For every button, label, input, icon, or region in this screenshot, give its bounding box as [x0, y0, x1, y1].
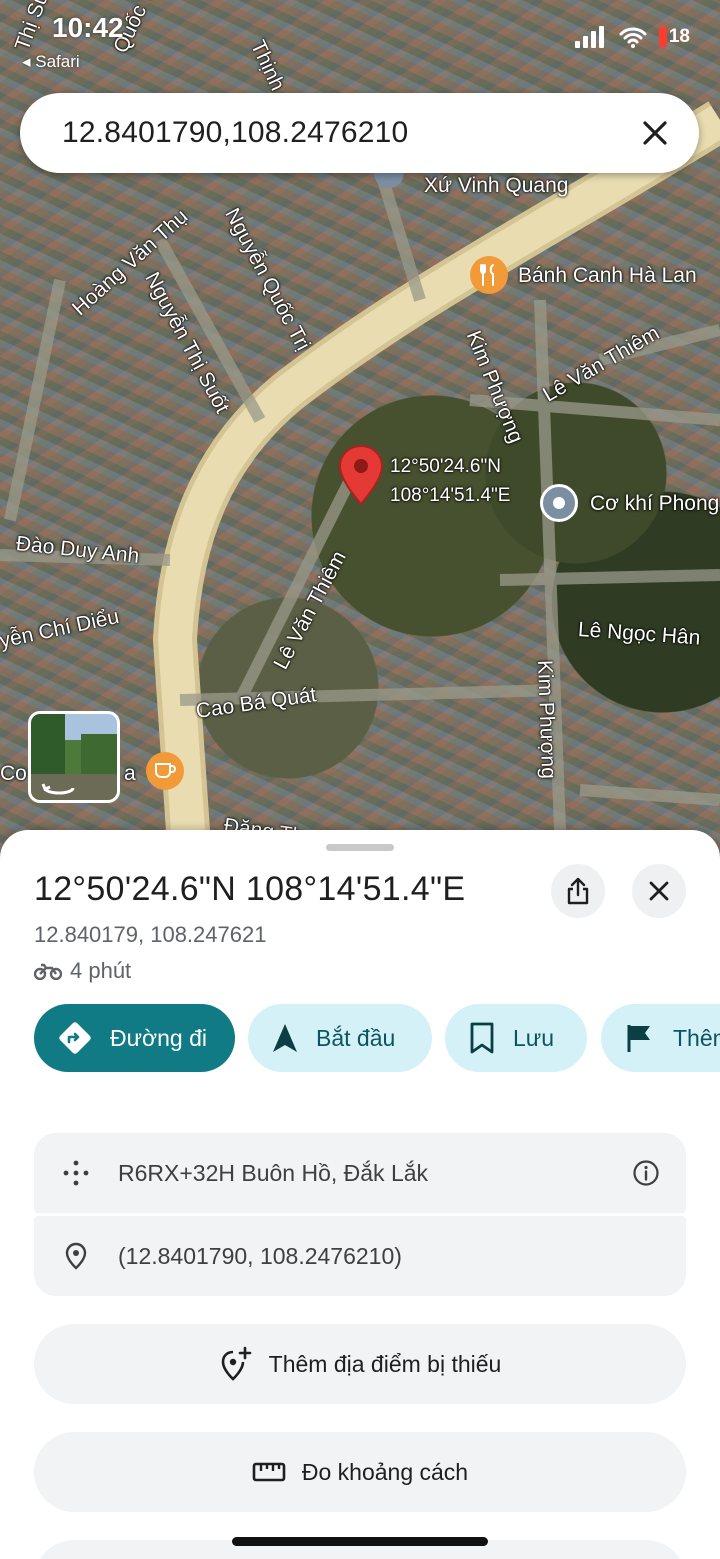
- measure-distance-button[interactable]: Đo khoảng cách: [34, 1432, 686, 1512]
- navigation-arrow-icon: [273, 1024, 297, 1052]
- plus-code-text: R6RX+32H Buôn Hồ, Đắk Lắk: [118, 1159, 429, 1186]
- street-view-thumbnail[interactable]: [28, 711, 120, 803]
- save-label: Lưu: [513, 1024, 554, 1051]
- status-icons: 18: [574, 26, 690, 48]
- share-icon: [567, 877, 589, 905]
- clear-search-icon[interactable]: [637, 115, 673, 151]
- save-button[interactable]: Lưu: [445, 1004, 587, 1072]
- search-bar[interactable]: 12.8401790,108.2476210: [20, 93, 699, 173]
- status-time: 10:42: [52, 12, 124, 43]
- back-app-label: Safari: [35, 52, 80, 71]
- info-icon[interactable]: [632, 1159, 660, 1187]
- add-missing-place-button[interactable]: Thêm địa điểm bị thiếu: [34, 1324, 686, 1404]
- cafe-poi-icon[interactable]: [146, 752, 184, 790]
- plus-code-row[interactable]: R6RX+32H Buôn Hồ, Đắk Lắk: [34, 1133, 686, 1213]
- plus-code-icon: [62, 1159, 90, 1187]
- directions-label: Đường đi: [110, 1024, 207, 1051]
- battery-level: 18: [668, 26, 690, 47]
- poi-label-church[interactable]: Xứ Vinh Quang: [424, 174, 568, 198]
- location-pin-outline-icon: [62, 1242, 90, 1270]
- pin-label-lng: 108°14'51.4"E: [390, 485, 511, 506]
- close-sheet-button[interactable]: [632, 864, 686, 918]
- pin-coordinate-label: 12°50'24.6"N 108°14'51.4"E: [390, 452, 510, 510]
- add-location-icon: [221, 1346, 251, 1381]
- search-query[interactable]: 12.8401790,108.2476210: [62, 116, 408, 150]
- start-label: Bắt đầu: [316, 1024, 396, 1051]
- directions-icon: [59, 1022, 91, 1054]
- travel-time: 4 phút: [34, 958, 131, 984]
- map-view[interactable]: Thị Suốt Quốc Trị Thịnh Hoàng Văn Thụ Ng…: [0, 0, 720, 860]
- more-label: Thêm: [673, 1024, 720, 1051]
- coordinates-row[interactable]: (12.8401790, 108.2476210): [34, 1216, 686, 1296]
- ruler-icon: [252, 1462, 286, 1482]
- motorbike-icon: [34, 963, 62, 980]
- sheet-drag-handle[interactable]: [326, 844, 394, 851]
- start-button[interactable]: Bắt đầu: [248, 1004, 432, 1072]
- street-label: Kim Phượng: [533, 659, 561, 780]
- location-pin-icon[interactable]: [338, 444, 384, 506]
- travel-time-label: 4 phút: [70, 958, 132, 983]
- decimal-coordinates: 12.840179, 108.247621: [34, 922, 267, 947]
- flag-icon: [627, 1025, 650, 1052]
- poi-label-workshop[interactable]: Cơ khí Phong: [590, 492, 719, 516]
- poi-label-cafe-suffix[interactable]: a: [124, 762, 136, 786]
- add-missing-place-label: Thêm địa điểm bị thiếu: [268, 1350, 502, 1377]
- poi-label-restaurant[interactable]: Bánh Canh Hà Lan: [518, 264, 697, 288]
- action-chips: Đường đi Bắt đầu Lưu Thêm: [34, 1004, 720, 1072]
- signal-icon: [574, 26, 604, 48]
- battery-icon: 18: [658, 26, 690, 48]
- back-to-app[interactable]: ◂ Safari: [22, 52, 80, 72]
- bookmark-icon: [470, 1022, 494, 1054]
- close-icon: [649, 881, 669, 901]
- place-sheet[interactable]: 12°50'24.6"N 108°14'51.4"E 12.840179, 10…: [0, 830, 720, 1559]
- pin-label-lat: 12°50'24.6"N: [390, 456, 501, 477]
- restaurant-poi-icon[interactable]: [470, 256, 508, 294]
- more-button[interactable]: Thêm: [601, 1004, 720, 1072]
- location-poi-icon[interactable]: [540, 484, 578, 522]
- poi-label-cafe[interactable]: Co: [0, 762, 27, 786]
- directions-button[interactable]: Đường đi: [34, 1004, 235, 1072]
- wifi-icon: [619, 27, 647, 48]
- measure-distance-label: Đo khoảng cách: [301, 1458, 469, 1485]
- place-title: 12°50'24.6"N 108°14'51.4"E: [34, 870, 466, 908]
- share-button[interactable]: [551, 864, 605, 918]
- coordinates-text: (12.8401790, 108.2476210): [118, 1242, 402, 1269]
- home-indicator[interactable]: [232, 1537, 488, 1546]
